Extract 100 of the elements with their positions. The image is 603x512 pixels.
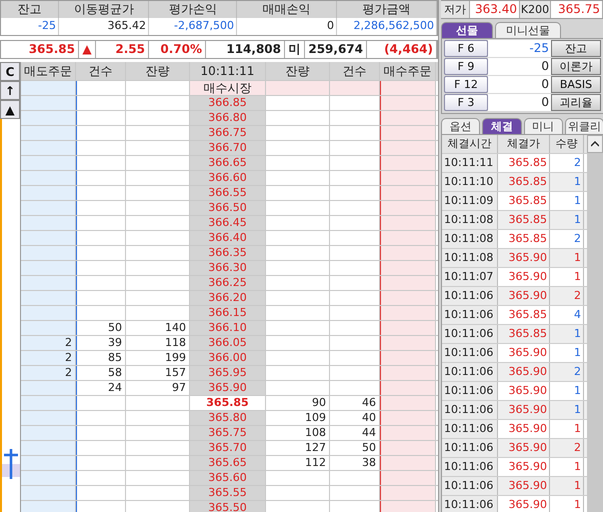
table-cell[interactable]: [21, 486, 76, 500]
info-button[interactable]: BASIS: [551, 76, 601, 93]
table-cell[interactable]: [21, 201, 76, 215]
price-cell[interactable]: 366.60: [190, 171, 266, 185]
price-cell[interactable]: 366.30: [190, 261, 266, 275]
tab[interactable]: 체결: [482, 118, 522, 134]
table-cell[interactable]: [21, 126, 76, 140]
table-cell[interactable]: [380, 171, 436, 185]
table-cell[interactable]: [21, 441, 76, 455]
price-cell[interactable]: 366.05: [190, 336, 266, 350]
table-cell[interactable]: [380, 231, 436, 245]
table-cell[interactable]: [380, 456, 436, 470]
table-cell[interactable]: [380, 501, 436, 512]
table-cell[interactable]: [380, 306, 436, 320]
table-cell[interactable]: [21, 321, 76, 335]
market-order-label[interactable]: 매수시장: [190, 81, 266, 95]
side-button[interactable]: ▲: [0, 100, 20, 119]
table-cell[interactable]: [21, 501, 76, 512]
price-cell[interactable]: 365.95: [190, 366, 266, 380]
table-cell[interactable]: [380, 276, 436, 290]
table-cell[interactable]: [380, 321, 436, 335]
price-cell[interactable]: 366.20: [190, 291, 266, 305]
tab[interactable]: 옵션: [441, 118, 480, 134]
price-cell[interactable]: 365.70: [190, 441, 266, 455]
table-cell[interactable]: 2: [21, 351, 76, 365]
info-button[interactable]: 이론가: [551, 58, 601, 75]
price-cell[interactable]: 365.90: [190, 381, 266, 395]
table-cell[interactable]: [21, 141, 76, 155]
table-cell[interactable]: [380, 411, 436, 425]
table-cell[interactable]: [21, 306, 76, 320]
table-cell[interactable]: 2: [21, 336, 76, 350]
price-cell[interactable]: 366.25: [190, 276, 266, 290]
price-cell[interactable]: 366.40: [190, 231, 266, 245]
price-cell[interactable]: 366.00: [190, 351, 266, 365]
table-cell[interactable]: [380, 96, 436, 110]
table-cell[interactable]: [21, 291, 76, 305]
price-cell[interactable]: 366.75: [190, 126, 266, 140]
contract-button[interactable]: F 3: [444, 94, 488, 111]
price-cell[interactable]: 366.10: [190, 321, 266, 335]
info-button[interactable]: 잔고: [551, 40, 601, 57]
table-cell[interactable]: [21, 156, 76, 170]
table-cell[interactable]: [21, 396, 76, 410]
price-cell[interactable]: 366.35: [190, 246, 266, 260]
contract-button[interactable]: F 9: [444, 58, 488, 75]
price-cell[interactable]: 366.45: [190, 216, 266, 230]
price-cell[interactable]: 365.75: [190, 426, 266, 440]
price-cell[interactable]: 366.65: [190, 156, 266, 170]
tab[interactable]: 선물: [441, 22, 493, 38]
table-cell[interactable]: [380, 336, 436, 350]
price-cell[interactable]: 365.55: [190, 486, 266, 500]
contract-button[interactable]: F 6: [444, 40, 488, 57]
table-cell[interactable]: [380, 156, 436, 170]
price-cell[interactable]: 365.65: [190, 456, 266, 470]
table-cell[interactable]: [21, 381, 76, 395]
table-cell[interactable]: [380, 486, 436, 500]
table-cell[interactable]: [380, 291, 436, 305]
table-cell[interactable]: [380, 471, 436, 485]
price-cell[interactable]: 366.55: [190, 186, 266, 200]
table-cell[interactable]: [380, 426, 436, 440]
price-cell[interactable]: 365.80: [190, 411, 266, 425]
table-cell[interactable]: [21, 216, 76, 230]
table-cell[interactable]: [21, 276, 76, 290]
table-cell[interactable]: [21, 231, 76, 245]
tab[interactable]: 미니: [524, 118, 563, 134]
table-cell[interactable]: [21, 111, 76, 125]
side-button[interactable]: ↑: [0, 81, 20, 100]
table-cell[interactable]: [380, 201, 436, 215]
table-cell[interactable]: [380, 261, 436, 275]
table-cell[interactable]: [380, 216, 436, 230]
table-cell[interactable]: [380, 441, 436, 455]
price-cell[interactable]: 366.80: [190, 111, 266, 125]
table-cell[interactable]: [380, 141, 436, 155]
table-cell[interactable]: [380, 111, 436, 125]
tab[interactable]: 위클리: [564, 118, 603, 134]
tab[interactable]: 미니선물: [495, 22, 561, 38]
scroll-up-button[interactable]: [587, 135, 603, 153]
table-cell[interactable]: [21, 96, 76, 110]
table-cell[interactable]: [21, 261, 76, 275]
table-cell[interactable]: [380, 351, 436, 365]
price-cell[interactable]: 365.50: [190, 501, 266, 512]
table-cell[interactable]: [380, 396, 436, 410]
price-cell[interactable]: 365.60: [190, 471, 266, 485]
side-button[interactable]: C: [0, 62, 20, 81]
contract-button[interactable]: F 12: [444, 76, 488, 93]
table-cell[interactable]: [21, 471, 76, 485]
table-cell[interactable]: [380, 186, 436, 200]
info-button[interactable]: 괴리율: [551, 94, 601, 111]
table-cell[interactable]: [21, 171, 76, 185]
table-cell[interactable]: [380, 381, 436, 395]
table-cell[interactable]: [21, 186, 76, 200]
table-cell[interactable]: [21, 246, 76, 260]
table-cell[interactable]: [21, 411, 76, 425]
table-cell[interactable]: 2: [21, 366, 76, 380]
price-cell[interactable]: 366.85: [190, 96, 266, 110]
table-cell[interactable]: [21, 456, 76, 470]
price-cell[interactable]: 366.70: [190, 141, 266, 155]
table-cell[interactable]: [380, 126, 436, 140]
price-cell[interactable]: 366.15: [190, 306, 266, 320]
table-cell[interactable]: [380, 246, 436, 260]
table-cell[interactable]: [21, 426, 76, 440]
